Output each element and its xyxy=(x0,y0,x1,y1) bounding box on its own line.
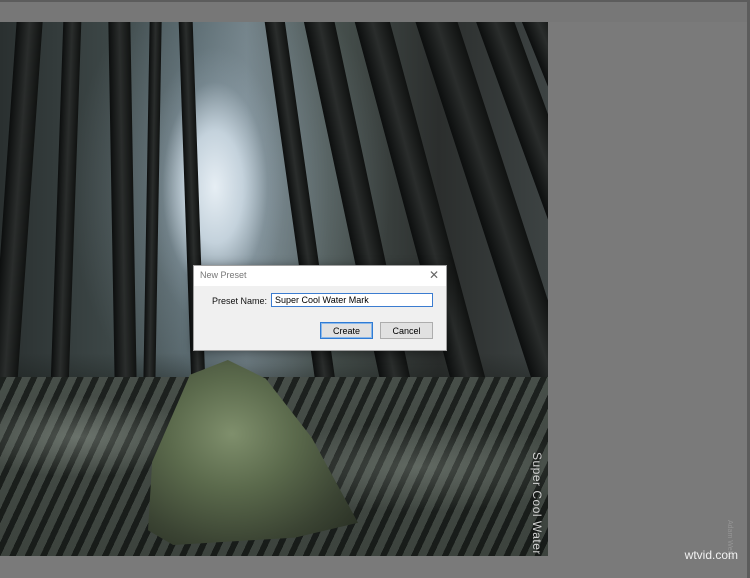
dialog-title: New Preset xyxy=(200,270,247,280)
tree-trunk xyxy=(108,22,137,393)
new-preset-dialog: New Preset ✕ Preset Name: Create Cancel xyxy=(193,265,447,351)
close-icon[interactable]: ✕ xyxy=(427,268,441,282)
preset-name-input[interactable] xyxy=(271,293,433,307)
dialog-titlebar: New Preset ✕ xyxy=(194,266,446,286)
tree-trunk xyxy=(0,22,44,422)
workspace-top-strip xyxy=(0,0,750,22)
site-credit: wtvid.com xyxy=(684,548,738,562)
tree-trunk xyxy=(143,22,162,383)
cancel-button[interactable]: Cancel xyxy=(380,322,433,339)
photo-watermark: Super Cool Water xyxy=(530,452,544,555)
create-button[interactable]: Create xyxy=(320,322,373,339)
tree-trunk xyxy=(50,22,82,403)
workspace-top-border xyxy=(0,0,750,2)
preset-name-label: Preset Name: xyxy=(212,296,268,306)
